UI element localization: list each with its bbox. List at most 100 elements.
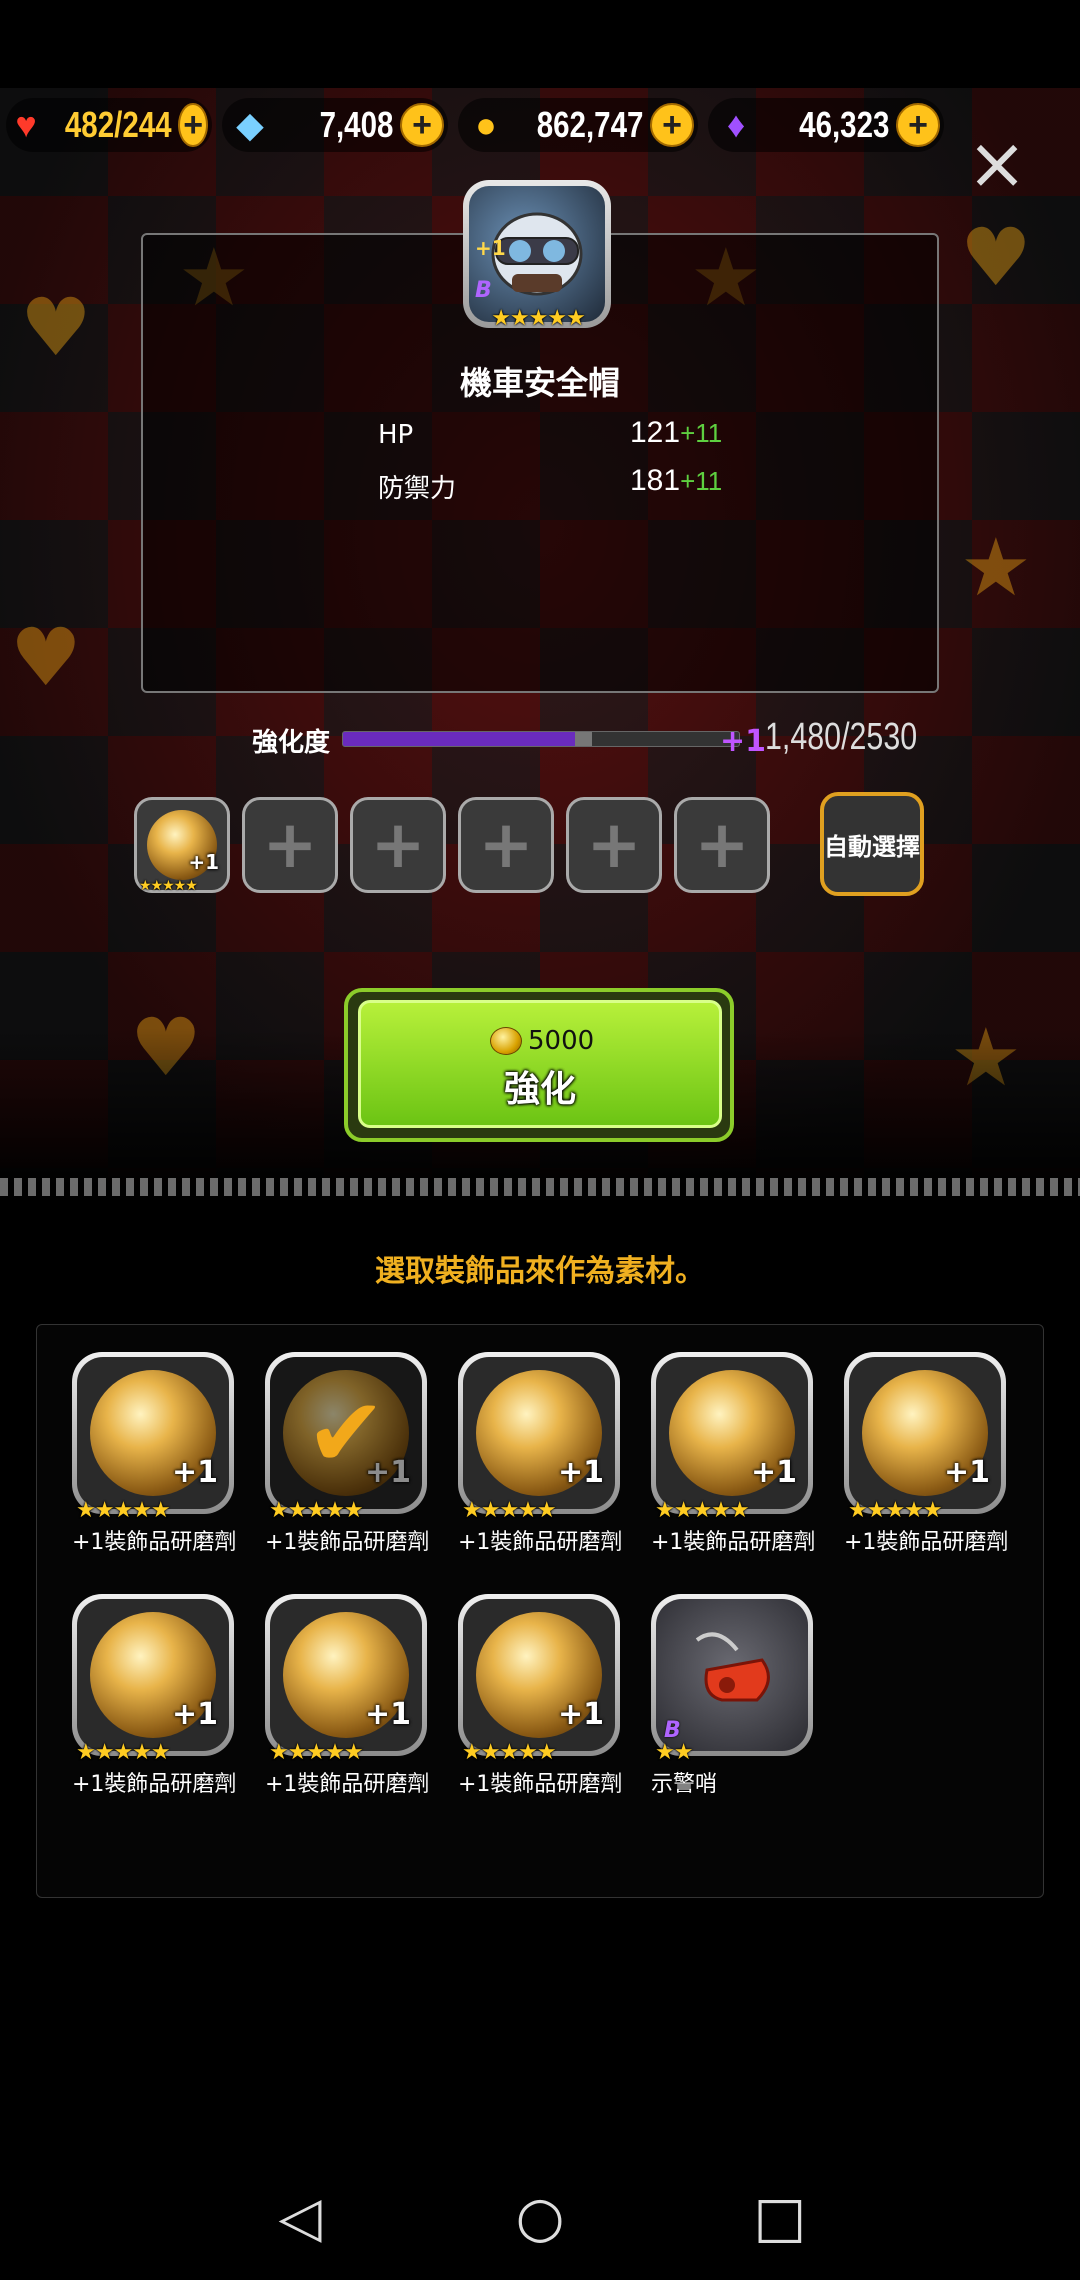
add-slot-icon: + xyxy=(262,806,318,883)
item-frame: +1 xyxy=(651,1352,813,1514)
add-slot-icon: + xyxy=(478,806,534,883)
gem-value: 7,408 xyxy=(319,104,394,145)
checkmark-icon: ✔ xyxy=(270,1357,422,1509)
material-slot-6[interactable]: + xyxy=(674,797,770,893)
item-frame: +1 xyxy=(72,1352,234,1514)
item-star-rating: ★★★★★ xyxy=(655,1498,750,1523)
enhance-progress-fill xyxy=(343,732,575,746)
inventory-item[interactable]: +1 ★★★★★ +1裝飾品研磨劑 xyxy=(458,1594,624,1797)
item-frame: +1 xyxy=(458,1352,620,1514)
polish-orb-icon: +1 xyxy=(849,1357,1001,1509)
rainbow-gem-icon: ◆ xyxy=(236,104,264,145)
purple-crystal-icon: ♦ xyxy=(726,104,746,145)
item-name: +1裝飾品研磨劑 xyxy=(265,1772,430,1797)
stat-value-defense: 181+11 xyxy=(630,464,722,498)
item-name: 示警哨 xyxy=(651,1772,718,1797)
item-star-rating: ★★★★★ xyxy=(269,1498,364,1523)
item-frame: +1 ✔ xyxy=(265,1352,427,1514)
item-star-rating: ★★★★★ xyxy=(269,1740,364,1765)
polish-orb-icon: +1 xyxy=(147,810,219,880)
item-name: +1裝飾品研磨劑 xyxy=(72,1530,237,1555)
inventory-item[interactable]: B ★★ 示警哨 xyxy=(651,1594,817,1797)
material-slot-4[interactable]: + xyxy=(458,797,554,893)
inventory-item[interactable]: +1 ★★★★★ +1裝飾品研磨劑 xyxy=(651,1352,817,1555)
stat-label-defense: 防禦力 xyxy=(378,474,457,504)
polish-orb-icon: +1 xyxy=(463,1599,615,1751)
crystal-value: 46,323 xyxy=(799,104,890,145)
slot-stars: ★★★★★ xyxy=(139,878,198,894)
inventory-item[interactable]: +1 ★★★★★ +1裝飾品研磨劑 xyxy=(72,1352,238,1555)
add-stamina-button[interactable]: + xyxy=(178,103,208,147)
gold-counter: ● 862,747 + xyxy=(458,98,698,152)
material-slot-2[interactable]: + xyxy=(242,797,338,893)
inventory-item[interactable]: +1 ★★★★★ +1裝飾品研磨劑 xyxy=(265,1594,431,1797)
item-badge: +1 xyxy=(750,1455,797,1490)
recent-apps-icon[interactable]: □ xyxy=(750,2188,810,2248)
enhance-plus-level: +1 xyxy=(720,724,767,759)
crystal-counter: ♦ 46,323 + xyxy=(708,98,944,152)
item-star-rating: ★★★★★ xyxy=(462,1740,557,1765)
select-material-hint: 選取裝飾品來作為素材。 xyxy=(375,1254,705,1289)
stamina-value: 482/244 xyxy=(65,104,172,145)
enhance-cost-value: 5000 xyxy=(528,1026,595,1056)
polish-orb-icon: +1 ✔ xyxy=(270,1357,422,1509)
stat-label-hp: HP xyxy=(378,420,414,450)
item-frame: +1 xyxy=(72,1594,234,1756)
inventory-item[interactable]: +1 ★★★★★ +1裝飾品研磨劑 xyxy=(72,1594,238,1797)
gold-coin-icon: ● xyxy=(475,104,497,145)
auto-select-button[interactable]: 自動選擇 xyxy=(820,792,924,896)
heart-icon: ♥ xyxy=(15,104,37,145)
enhance-count: 1,480/2530 xyxy=(765,716,918,758)
polish-orb-icon: +1 xyxy=(656,1357,808,1509)
add-gem-button[interactable]: + xyxy=(400,103,444,147)
enhance-button-label[interactable]: 強化 xyxy=(358,1060,722,1112)
item-star-rating: ★★★★★ xyxy=(462,1498,557,1523)
item-name: 機車安全帽 xyxy=(459,364,620,402)
item-name: +1裝飾品研磨劑 xyxy=(72,1772,237,1797)
item-name: +1裝飾品研磨劑 xyxy=(458,1530,623,1555)
inventory-item[interactable]: +1 ✔ ★★★★★ +1裝飾品研磨劑 xyxy=(265,1352,431,1555)
item-name: +1裝飾品研磨劑 xyxy=(844,1530,1009,1555)
add-slot-icon: + xyxy=(370,806,426,883)
item-rank-badge: B xyxy=(475,278,492,303)
gem-counter: ◆ 7,408 + xyxy=(222,98,448,152)
stat-hp-bonus: +11 xyxy=(680,418,723,448)
item-frame: +1 xyxy=(265,1594,427,1756)
enhance-label: 強化度 xyxy=(252,728,331,758)
add-crystal-button[interactable]: + xyxy=(896,103,940,147)
item-name: +1裝飾品研磨劑 xyxy=(651,1530,816,1555)
add-slot-icon: + xyxy=(586,806,642,883)
material-slot-3[interactable]: + xyxy=(350,797,446,893)
inventory-item[interactable]: +1 ★★★★★ +1裝飾品研磨劑 xyxy=(844,1352,1010,1555)
item-badge: +1 xyxy=(171,1697,218,1732)
item-star-rating: ★★★★★ xyxy=(76,1498,171,1523)
helmet-icon: +1 B xyxy=(469,186,605,322)
stat-hp-base: 121 xyxy=(630,416,681,449)
gold-coin-icon xyxy=(490,1027,522,1055)
divider xyxy=(0,1178,1080,1196)
stamina-counter: ♥ 482/244 + xyxy=(6,98,212,152)
enhance-cost: 5000 xyxy=(490,1026,594,1056)
back-icon[interactable]: ◁ xyxy=(270,2188,330,2248)
polish-orb-icon: +1 xyxy=(77,1357,229,1509)
item-star-rating: ★★★★★ xyxy=(76,1740,171,1765)
whistle-icon: B xyxy=(656,1599,808,1751)
gold-value: 862,747 xyxy=(536,104,644,145)
item-frame: +1 xyxy=(458,1594,620,1756)
inventory-item[interactable]: +1 ★★★★★ +1裝飾品研磨劑 xyxy=(458,1352,624,1555)
add-gold-button[interactable]: + xyxy=(650,103,694,147)
item-star-rating: ★★ xyxy=(655,1740,693,1765)
stat-value-hp: 121+11 xyxy=(630,416,722,450)
item-star-rating: ★★★★★ xyxy=(491,306,586,331)
item-badge: +1 xyxy=(557,1455,604,1490)
material-slot-5[interactable]: + xyxy=(566,797,662,893)
stat-defense-base: 181 xyxy=(630,464,681,497)
item-star-rating: ★★★★★ xyxy=(848,1498,943,1523)
material-slot-1[interactable]: +1 ★★★★★ xyxy=(134,797,230,894)
home-icon[interactable]: ○ xyxy=(510,2188,570,2248)
polish-orb-icon: +1 xyxy=(463,1357,615,1509)
status-bar xyxy=(0,0,1080,88)
close-icon[interactable]: × xyxy=(962,127,1032,199)
item-badge: +1 xyxy=(171,1455,218,1490)
item-level-badge: +1 xyxy=(475,236,506,260)
